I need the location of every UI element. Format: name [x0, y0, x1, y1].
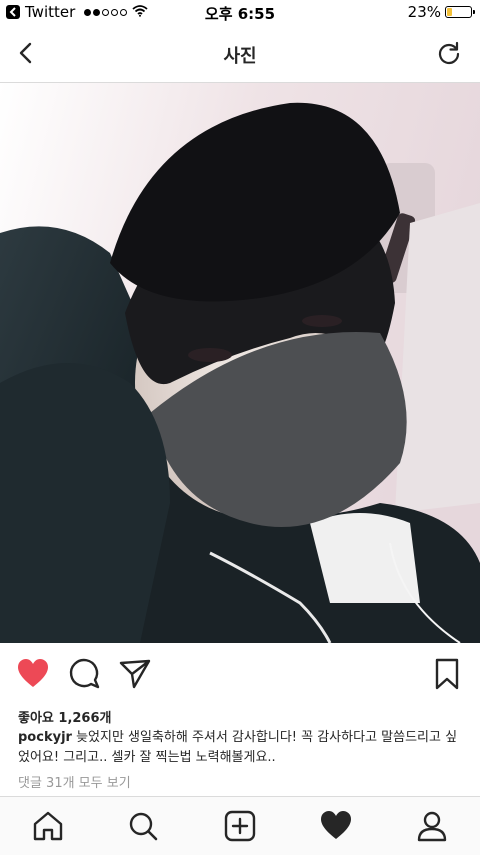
activity-heart-icon[interactable]: [319, 809, 353, 843]
caption-username[interactable]: pockyjr: [18, 730, 72, 745]
bookmark-icon[interactable]: [430, 657, 464, 691]
add-post-icon[interactable]: [223, 809, 257, 843]
status-right: 23%: [407, 3, 475, 21]
nav-bar: 사진: [0, 26, 480, 83]
post-actions: [0, 645, 480, 701]
post-photo[interactable]: [0, 83, 480, 643]
caption-text: 늦었지만 생일축하해 주셔서 감사합니다! 꼭 감사하다고 말씀드리고 싶었어요…: [18, 730, 458, 765]
page-title: 사진: [223, 46, 257, 67]
heart-icon[interactable]: [16, 657, 50, 691]
battery-percent: 23%: [407, 3, 441, 21]
view-comments-link[interactable]: 댓글 31개 모두 보기: [18, 772, 131, 791]
share-icon[interactable]: [118, 657, 152, 691]
home-icon[interactable]: [31, 809, 65, 843]
battery-icon: [445, 6, 475, 18]
comment-icon[interactable]: [68, 657, 102, 691]
refresh-icon[interactable]: [436, 40, 462, 66]
tab-bar: [0, 796, 480, 855]
status-bar: Twitter 오후 6:55 23%: [0, 0, 480, 26]
likes-count[interactable]: 좋아요 1,266개: [18, 707, 112, 726]
post-caption: pockyjr 늦었지만 생일축하해 주셔서 감사합니다! 꼭 감사하다고 말씀…: [18, 728, 464, 768]
profile-icon[interactable]: [415, 809, 449, 843]
search-icon[interactable]: [126, 809, 160, 843]
